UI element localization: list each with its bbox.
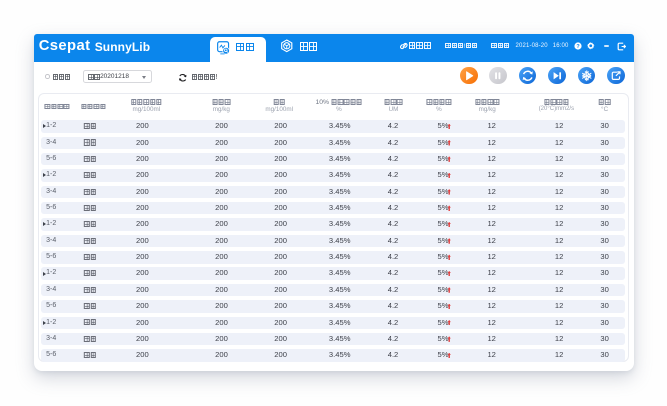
svg-text:?: ?: [576, 44, 579, 50]
